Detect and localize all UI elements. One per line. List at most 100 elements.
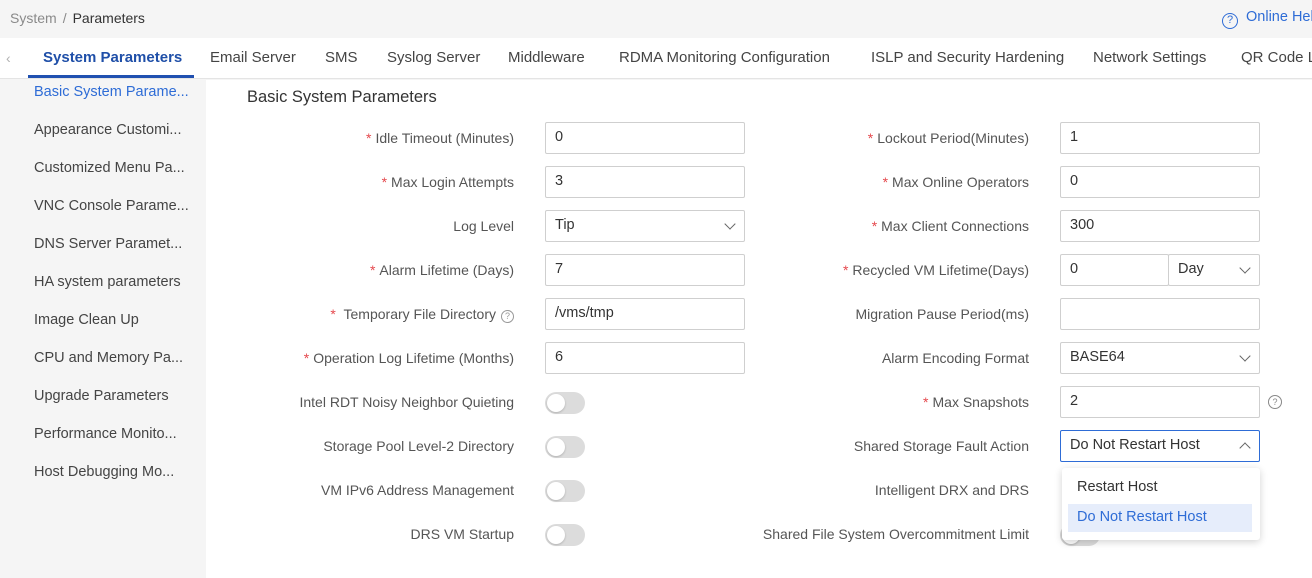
sidebar-item-customized-menu[interactable]: Customized Menu Pa... xyxy=(34,160,185,176)
chevron-up-icon xyxy=(1239,442,1251,454)
toggle-knob xyxy=(547,394,565,412)
sidebar-item-appearance[interactable]: Appearance Customi... xyxy=(34,122,182,138)
main-content: Basic System Parameters * Idle Timeout (M… xyxy=(206,80,1312,578)
vm-ipv6-toggle[interactable] xyxy=(545,480,585,502)
shared-storage-fault-value: Do Not Restart Host xyxy=(1070,437,1200,453)
required-mark: * xyxy=(871,218,878,234)
help-tip-icon[interactable]: ? xyxy=(501,310,514,323)
breadcrumb-separator: / xyxy=(62,10,67,26)
tab-rdma-monitoring[interactable]: RDMA Monitoring Configuration xyxy=(619,49,830,66)
required-mark: * xyxy=(366,130,372,146)
tab-syslog-server[interactable]: Syslog Server xyxy=(387,49,480,66)
chevron-down-icon xyxy=(1239,350,1251,362)
drs-vm-startup-label: DRS VM Startup xyxy=(410,526,514,542)
toggle-knob xyxy=(547,526,565,544)
recycled-vm-unit-value: Day xyxy=(1178,261,1204,277)
intel-rdt-label: Intel RDT Noisy Neighbor Quieting xyxy=(299,394,514,410)
online-help-link[interactable]: ? Online Help xyxy=(1222,9,1312,29)
max-online-operators-label: * Max Online Operators xyxy=(882,174,1029,190)
breadcrumb-current: Parameters xyxy=(72,10,145,26)
temp-file-directory-label: * Temporary File Directory? xyxy=(330,306,514,323)
required-mark: * xyxy=(882,174,889,190)
intel-rdt-toggle[interactable] xyxy=(545,392,585,414)
required-mark: * xyxy=(303,350,310,366)
tab-bar: ‹ System Parameters Email Server SMS Sys… xyxy=(0,38,1312,79)
sidebar-item-basic-system-parameters[interactable]: Basic System Parame... xyxy=(34,84,189,100)
required-mark: * xyxy=(330,306,336,322)
required-mark: * xyxy=(923,394,929,410)
overcommitment-limit-label: Shared File System Overcommitment Limit xyxy=(762,526,1029,542)
sidebar-item-upgrade[interactable]: Upgrade Parameters xyxy=(34,388,169,404)
required-mark: * xyxy=(369,262,376,278)
breadcrumb-system[interactable]: System xyxy=(10,10,57,26)
option-do-not-restart-host[interactable]: Do Not Restart Host xyxy=(1068,504,1252,532)
migration-pause-label: Migration Pause Period(ms) xyxy=(855,306,1029,322)
storage-pool-l2-label: Storage Pool Level-2 Directory xyxy=(323,438,514,454)
shared-storage-fault-label: Shared Storage Fault Action xyxy=(853,438,1029,454)
required-mark: * xyxy=(842,262,849,278)
temp-file-directory-input[interactable]: /vms/tmp xyxy=(545,298,745,330)
tab-islp-security[interactable]: ISLP and Security Hardening xyxy=(871,49,1064,66)
sidebar-item-cpu-memory[interactable]: CPU and Memory Pa... xyxy=(34,350,183,366)
top-bar: System / Parameters ? Online Help xyxy=(0,0,1312,38)
lockout-period-input[interactable]: 1 xyxy=(1060,122,1260,154)
sidebar-item-host-debugging[interactable]: Host Debugging Mo... xyxy=(34,464,174,480)
section-title: Basic System Parameters xyxy=(247,88,437,106)
storage-pool-l2-toggle[interactable] xyxy=(545,436,585,458)
sidebar-item-vnc-console[interactable]: VNC Console Parame... xyxy=(34,198,189,214)
max-snapshots-input[interactable]: 2 xyxy=(1060,386,1260,418)
log-level-label: Log Level xyxy=(453,218,514,234)
active-tab-indicator xyxy=(28,75,194,78)
question-circle-icon: ? xyxy=(1222,13,1238,29)
tab-email-server[interactable]: Email Server xyxy=(210,49,296,66)
operation-log-lifetime-input[interactable]: 6 xyxy=(545,342,745,374)
shared-storage-fault-dropdown: Restart Host Do Not Restart Host xyxy=(1062,468,1260,540)
max-login-attempts-label: * Max Login Attempts xyxy=(381,174,514,190)
lockout-period-label: * Lockout Period(Minutes) xyxy=(867,130,1029,146)
migration-pause-input[interactable] xyxy=(1060,298,1260,330)
alarm-lifetime-label: * Alarm Lifetime (Days) xyxy=(369,262,514,278)
idle-timeout-input[interactable]: 0 xyxy=(545,122,745,154)
recycled-vm-lifetime-label: * Recycled VM Lifetime(Days) xyxy=(842,262,1029,278)
vm-ipv6-label: VM IPv6 Address Management xyxy=(321,482,514,498)
tab-middleware[interactable]: Middleware xyxy=(508,49,585,66)
tab-system-parameters[interactable]: System Parameters xyxy=(43,49,182,66)
idle-timeout-label: * Idle Timeout (Minutes) xyxy=(366,130,514,146)
shared-storage-fault-select[interactable]: Do Not Restart Host xyxy=(1060,430,1260,462)
max-client-connections-label: * Max Client Connections xyxy=(871,218,1029,234)
chevron-left-icon[interactable]: ‹ xyxy=(6,50,11,66)
max-client-connections-input[interactable]: 300 xyxy=(1060,210,1260,242)
sidebar-item-dns-server[interactable]: DNS Server Paramet... xyxy=(34,236,182,252)
max-snapshots-label: * Max Snapshots xyxy=(923,394,1029,410)
max-online-operators-input[interactable]: 0 xyxy=(1060,166,1260,198)
max-login-attempts-input[interactable]: 3 xyxy=(545,166,745,198)
intelligent-drx-label: Intelligent DRX and DRS xyxy=(874,482,1029,498)
sidebar: Basic System Parame... Appearance Custom… xyxy=(0,80,206,578)
alarm-lifetime-input[interactable]: 7 xyxy=(545,254,745,286)
sidebar-item-performance[interactable]: Performance Monito... xyxy=(34,426,177,442)
alarm-encoding-select[interactable]: BASE64 xyxy=(1060,342,1260,374)
online-help-label: Online Help xyxy=(1246,9,1312,25)
chevron-down-icon xyxy=(724,218,736,230)
alarm-encoding-value: BASE64 xyxy=(1070,349,1125,365)
tab-qr-code-login[interactable]: QR Code Login xyxy=(1241,49,1312,66)
alarm-encoding-label: Alarm Encoding Format xyxy=(881,350,1029,366)
required-mark: * xyxy=(381,174,388,190)
recycled-vm-unit-select[interactable]: Day xyxy=(1168,254,1260,286)
option-restart-host[interactable]: Restart Host xyxy=(1068,474,1252,502)
tab-network-settings[interactable]: Network Settings xyxy=(1093,49,1206,66)
toggle-knob xyxy=(547,482,565,500)
help-tip-icon[interactable]: ? xyxy=(1268,395,1282,409)
toggle-knob xyxy=(547,438,565,456)
operation-log-lifetime-label: * Operation Log Lifetime (Months) xyxy=(303,350,514,366)
sidebar-item-ha-system[interactable]: HA system parameters xyxy=(34,274,181,290)
required-mark: * xyxy=(867,130,874,146)
tab-sms[interactable]: SMS xyxy=(325,49,358,66)
recycled-vm-lifetime-input[interactable]: 0 xyxy=(1060,254,1169,286)
log-level-value: Tip xyxy=(555,217,575,233)
breadcrumb: System / Parameters xyxy=(10,10,145,26)
drs-vm-startup-toggle[interactable] xyxy=(545,524,585,546)
log-level-select[interactable]: Tip xyxy=(545,210,745,242)
sidebar-item-image-clean-up[interactable]: Image Clean Up xyxy=(34,312,139,328)
chevron-down-icon xyxy=(1239,262,1251,274)
